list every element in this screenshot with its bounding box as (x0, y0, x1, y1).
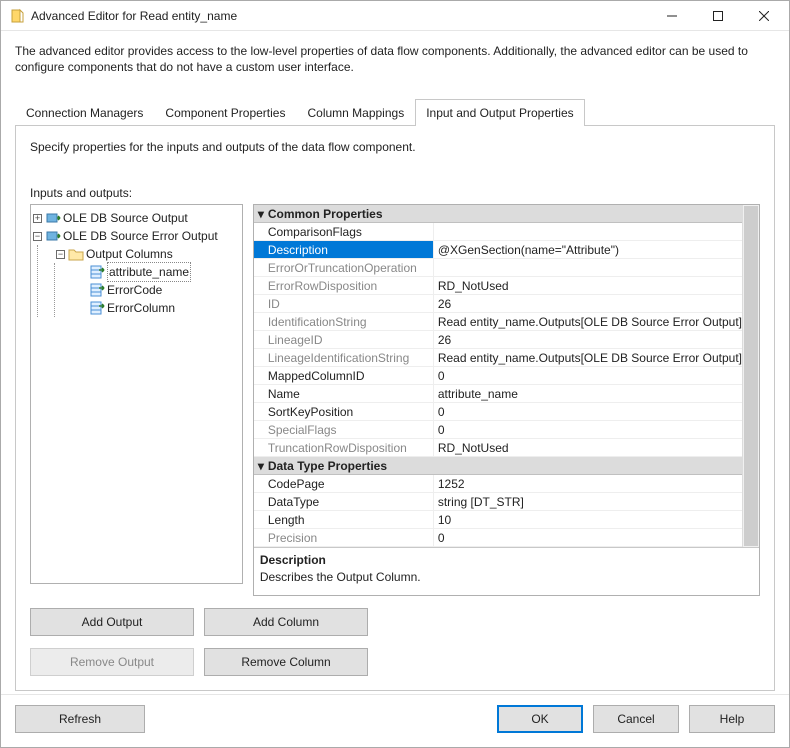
prop-row[interactable]: Nameattribute_name (254, 385, 742, 403)
tree-label: ErrorCode (107, 281, 162, 299)
app-icon (9, 8, 25, 24)
tab-column-mappings[interactable]: Column Mappings (296, 99, 415, 126)
tree-leaf-attribute-name[interactable]: attribute_name (73, 263, 240, 281)
window-title: Advanced Editor for Read entity_name (31, 9, 649, 23)
tree-node-error-output[interactable]: − OLE DB Source Error Output (33, 227, 240, 245)
prop-row[interactable]: LineageID26 (254, 331, 742, 349)
refresh-button[interactable]: Refresh (15, 705, 145, 733)
prop-row[interactable]: SortKeyPosition0 (254, 403, 742, 421)
column-icon (89, 282, 105, 298)
prop-row[interactable]: Precision0 (254, 529, 742, 547)
prop-row-description[interactable]: Description@XGenSection(name="Attribute"… (254, 241, 742, 259)
property-description: Description Describes the Output Column. (254, 547, 759, 594)
prop-row[interactable]: LineageIdentificationStringRead entity_n… (254, 349, 742, 367)
close-button[interactable] (741, 1, 787, 31)
remove-output-button[interactable]: Remove Output (30, 648, 194, 676)
add-column-button[interactable]: Add Column (204, 608, 368, 636)
tab-component-properties[interactable]: Component Properties (154, 99, 296, 126)
maximize-button[interactable] (695, 1, 741, 31)
tabs-container: Connection Managers Component Properties… (1, 99, 789, 690)
help-button[interactable]: Help (689, 705, 775, 733)
io-instruction: Specify properties for the inputs and ou… (30, 140, 760, 154)
tab-panel-io: Specify properties for the inputs and ou… (15, 126, 775, 690)
tree-label: attribute_name (107, 262, 191, 282)
property-scrollbar[interactable] (742, 205, 759, 547)
tree-label: OLE DB Source Error Output (63, 227, 218, 245)
tree-label: OLE DB Source Output (63, 209, 188, 227)
output-icon (45, 210, 61, 226)
dialog-footer: Refresh OK Cancel Help (1, 694, 789, 747)
advanced-editor-window: Advanced Editor for Read entity_name The… (0, 0, 790, 748)
add-output-button[interactable]: Add Output (30, 608, 194, 636)
ok-button[interactable]: OK (497, 705, 583, 733)
prop-row[interactable]: MappedColumnID0 (254, 367, 742, 385)
prop-row[interactable]: DataTypestring [DT_STR] (254, 493, 742, 511)
chevron-down-icon: ▾ (254, 457, 268, 475)
output-icon (45, 228, 61, 244)
tree-leaf-errorcolumn[interactable]: ErrorColumn (73, 299, 240, 317)
prop-category-common[interactable]: ▾Common Properties (254, 205, 742, 223)
prop-row[interactable]: ID26 (254, 295, 742, 313)
tree-label: ErrorColumn (107, 299, 175, 317)
cancel-button[interactable]: Cancel (593, 705, 679, 733)
prop-row[interactable]: IdentificationStringRead entity_name.Out… (254, 313, 742, 331)
prop-category-datatype[interactable]: ▾Data Type Properties (254, 457, 742, 475)
prop-row[interactable]: SpecialFlags0 (254, 421, 742, 439)
remove-column-button[interactable]: Remove Column (204, 648, 368, 676)
tab-bar: Connection Managers Component Properties… (15, 99, 775, 126)
column-icon (89, 300, 105, 316)
tab-io-properties[interactable]: Input and Output Properties (415, 99, 584, 126)
tree-node-output-columns[interactable]: − Output Columns (50, 245, 240, 263)
property-panel: ▾Common Properties ComparisonFlags Descr… (253, 204, 760, 595)
tree-label: Output Columns (86, 245, 173, 263)
prop-row[interactable]: Length10 (254, 511, 742, 529)
scrollbar-thumb[interactable] (744, 206, 758, 546)
tab-connection-managers[interactable]: Connection Managers (15, 99, 154, 126)
editor-description: The advanced editor provides access to t… (1, 31, 789, 81)
tree-node-source-output[interactable]: + OLE DB Source Output (33, 209, 240, 227)
prop-row[interactable]: CodePage1252 (254, 475, 742, 493)
titlebar: Advanced Editor for Read entity_name (1, 1, 789, 31)
prop-row[interactable]: ErrorOrTruncationOperation (254, 259, 742, 277)
prop-row[interactable]: ComparisonFlags (254, 223, 742, 241)
chevron-down-icon: ▾ (254, 205, 268, 223)
io-label: Inputs and outputs: (30, 186, 760, 200)
tree-leaf-errorcode[interactable]: ErrorCode (73, 281, 240, 299)
prop-row[interactable]: TruncationRowDispositionRD_NotUsed (254, 439, 742, 457)
prop-desc-title: Description (260, 552, 753, 568)
prop-row[interactable]: ErrorRowDispositionRD_NotUsed (254, 277, 742, 295)
property-grid[interactable]: ▾Common Properties ComparisonFlags Descr… (254, 205, 742, 547)
column-icon (89, 264, 105, 280)
minimize-button[interactable] (649, 1, 695, 31)
window-controls (649, 1, 787, 31)
folder-icon (68, 246, 84, 262)
prop-desc-text: Describes the Output Column. (260, 569, 753, 585)
io-tree[interactable]: + OLE DB Source Output (30, 204, 243, 584)
